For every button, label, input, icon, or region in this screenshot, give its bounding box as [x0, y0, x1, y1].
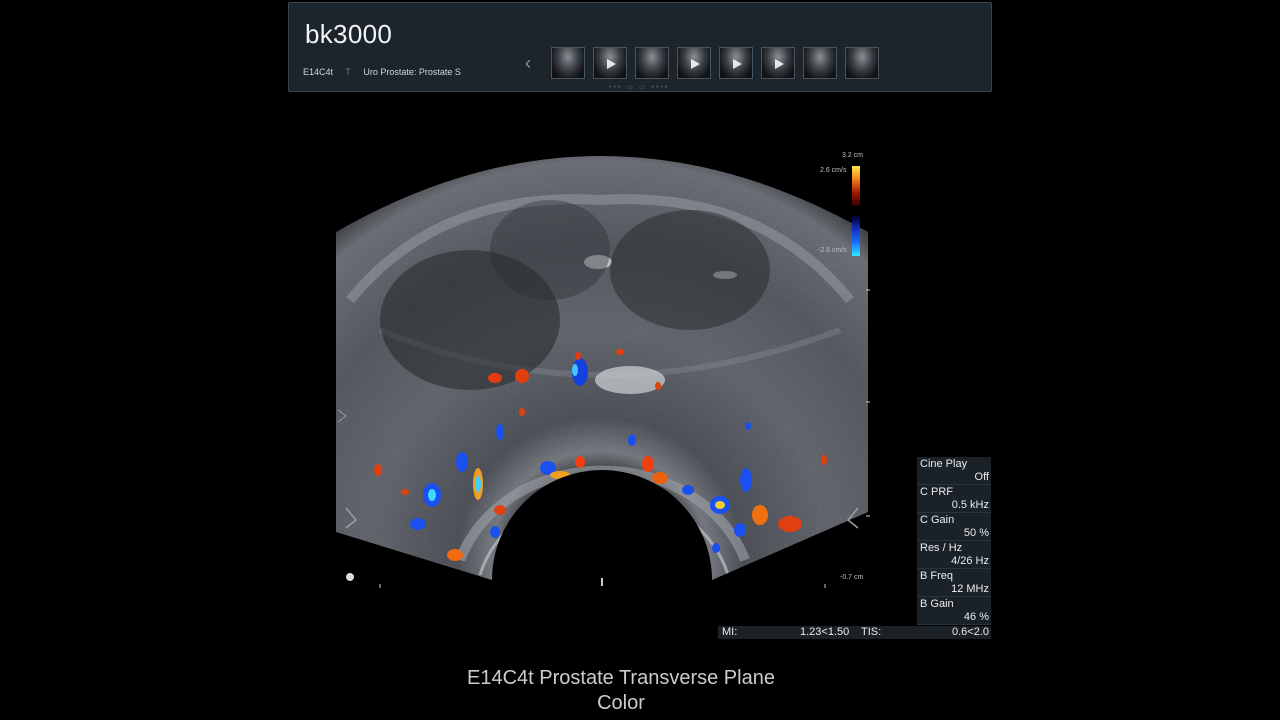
param-value: 50 % [963, 527, 989, 539]
caption-line-2: Color [597, 692, 645, 714]
param-label: Res / Hz [920, 542, 963, 554]
mi-value: 1.23<1.50 [800, 626, 850, 638]
param-label: Cine Play [920, 458, 968, 470]
pos-velocity-label: 2.6 cm/s [820, 167, 847, 174]
neg-velocity-label: -2.6 cm/s [818, 247, 847, 254]
param-value: Off [974, 471, 989, 483]
image-caption: E14C4t Prostate Transverse Plane Color [0, 666, 1242, 716]
parameter-panel: Cine Play Off C PRF 0.5 kHz C Gain 50 % … [917, 457, 991, 625]
color-scale-positive [852, 166, 860, 206]
param-b-gain[interactable]: B Gain 46 % [917, 597, 991, 625]
param-value: 4/26 Hz [951, 555, 989, 567]
mi-tis-bar: MI: 1.23<1.50 TIS: 0.6<2.0 [718, 626, 991, 639]
param-value: 46 % [963, 611, 989, 623]
param-value: 0.5 kHz [951, 499, 989, 511]
tis-label: TIS: [861, 626, 882, 638]
param-c-prf[interactable]: C PRF 0.5 kHz [917, 485, 991, 513]
sector-scan [336, 156, 868, 580]
param-value: 12 MHz [951, 583, 989, 595]
param-cine-play[interactable]: Cine Play Off [917, 457, 991, 485]
param-res-hz[interactable]: Res / Hz 4/26 Hz [917, 541, 991, 569]
caption-line-1: E14C4t Prostate Transverse Plane [467, 667, 775, 689]
tis-value: 0.6<2.0 [951, 626, 989, 638]
param-b-freq[interactable]: B Freq 12 MHz [917, 569, 991, 597]
color-scale-negative [852, 216, 860, 256]
param-label: C Gain [920, 514, 955, 526]
param-label: B Gain [920, 598, 954, 610]
orientation-marker-icon [346, 573, 354, 581]
mi-label: MI: [722, 626, 738, 638]
param-c-gain[interactable]: C Gain 50 % [917, 513, 991, 541]
depth-bottom-label: -0.7 cm [840, 574, 864, 581]
param-label: B Freq [920, 570, 954, 582]
depth-top-label: 3.2 cm [842, 152, 864, 159]
ultrasound-image [336, 156, 870, 588]
param-label: C PRF [920, 486, 953, 498]
